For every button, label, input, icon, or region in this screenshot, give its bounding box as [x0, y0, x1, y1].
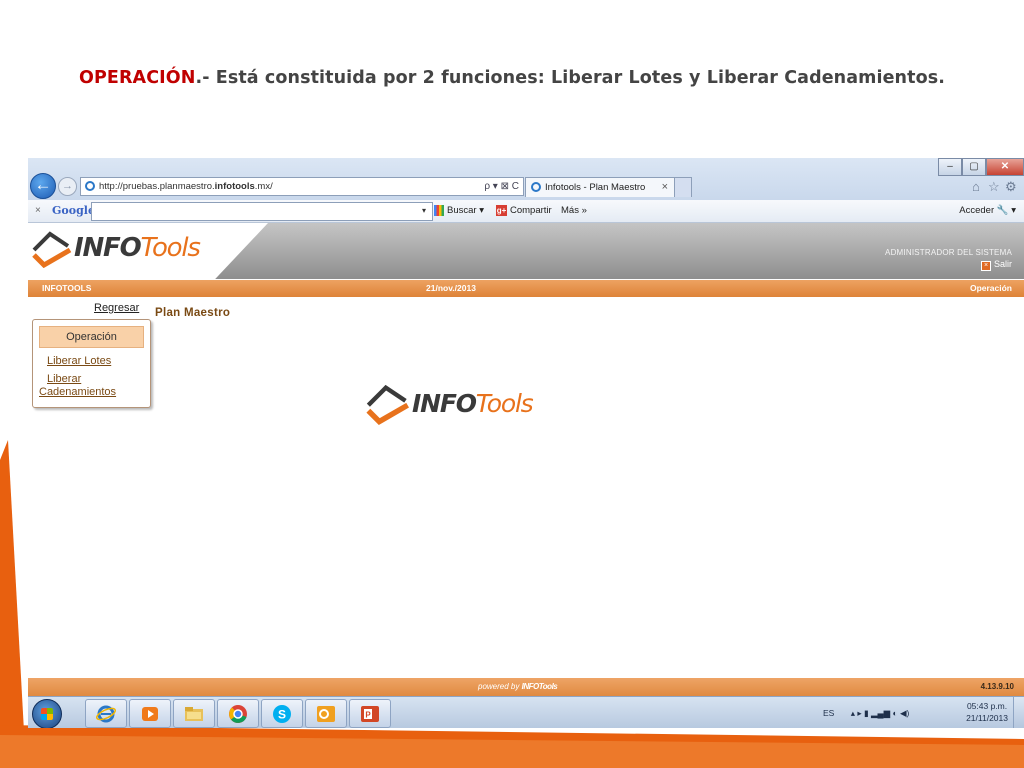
forward-button[interactable]: → — [58, 177, 77, 196]
google-toolbar: × Google ▾ Buscar ▾ g+ Compartir Más » Ac… — [28, 200, 1024, 223]
internet-explorer-icon — [96, 705, 116, 723]
svg-text:P: P — [365, 711, 371, 720]
menu-item-liberar-cadenamientos-line2[interactable]: Cadenamientos — [39, 386, 116, 399]
mas-button[interactable]: Más » — [561, 200, 587, 222]
start-button[interactable] — [32, 699, 62, 728]
menu-item-liberar-cadenamientos-line1[interactable]: Liberar — [47, 373, 81, 386]
back-button[interactable]: ← — [30, 173, 56, 199]
address-url: http://pruebas.planmaestro.infotools.mx/ — [99, 181, 273, 192]
new-tab-button[interactable] — [674, 177, 692, 197]
tray-icons[interactable]: ▴ ▸ ▮ ▂▄▆ ◐ ◀) — [851, 708, 910, 718]
taskbar-clock[interactable]: 05:43 p.m. 21/11/2013 — [966, 700, 1008, 724]
taskbar-internet-explorer[interactable] — [85, 699, 127, 728]
infotools-mark-icon — [32, 231, 72, 268]
logo-word-info: INFO — [74, 233, 142, 263]
menu-item-liberar-lotes[interactable]: Liberar Lotes — [47, 355, 111, 368]
powerpoint-icon: P — [361, 706, 379, 722]
language-indicator[interactable]: ES — [823, 708, 834, 718]
windows-taskbar: S P ES ▴ ▸ ▮ ▂▄▆ ◐ ◀) 05:43 p.m. 21/11/2… — [28, 696, 1024, 728]
window-controls: – ▢ ✕ — [938, 158, 1024, 176]
taskbar-powerpoint[interactable]: P — [349, 699, 391, 728]
chrome-icon — [229, 705, 247, 723]
taskbar-chrome[interactable] — [217, 699, 259, 728]
slide-title-accent: OPERACIÓN — [79, 68, 196, 88]
minimize-button[interactable]: – — [938, 158, 962, 176]
taskbar-outlook[interactable] — [305, 699, 347, 728]
show-desktop-button[interactable] — [1013, 697, 1024, 728]
outlook-icon — [317, 706, 335, 722]
taskbar-media-player[interactable] — [129, 699, 171, 728]
app-logo: INFO Tools — [30, 228, 201, 268]
search-dropdown-icon[interactable]: ▾ — [422, 200, 426, 222]
app-version: 4.13.9.10 — [980, 682, 1014, 691]
browser-screenshot: – ▢ ✕ ← → http://pruebas.planmaestro.inf… — [28, 158, 1024, 728]
back-link[interactable]: Regresar — [94, 302, 139, 314]
browser-tab[interactable]: Infotools - Plan Maestro × — [525, 177, 675, 197]
ie-tab-icon — [531, 182, 541, 192]
tab-title: Infotools - Plan Maestro — [545, 182, 646, 193]
powered-by-label: powered by INFOTools — [478, 682, 558, 691]
address-bar[interactable]: http://pruebas.planmaestro.infotools.mx/… — [80, 177, 524, 196]
buscar-button[interactable]: Buscar ▾ — [434, 200, 484, 222]
app-footer: powered by INFOTools 4.13.9.10 — [28, 678, 1024, 696]
app-status-bar: INFOTOOLS 21/nov./2013 Operación — [28, 280, 1024, 297]
tab-close-icon[interactable]: × — [662, 178, 668, 197]
system-tray: ES ▴ ▸ ▮ ▂▄▆ ◐ ◀) — [823, 697, 909, 728]
page-title: Plan Maestro — [155, 307, 231, 319]
slide-bottom-decoration — [0, 725, 1024, 768]
center-logo: INFO Tools — [364, 381, 534, 425]
current-module: Operación — [969, 283, 1012, 293]
address-tools-icons[interactable]: ρ ▾ ⊠ C — [484, 178, 519, 195]
compartir-button[interactable]: g+ Compartir — [496, 200, 552, 222]
user-role-label: ADMINISTRADOR DEL SISTEMA — [885, 248, 1012, 257]
menu-header: Operación — [39, 326, 144, 348]
infotools-mark-icon — [366, 384, 409, 425]
clock-time: 05:43 p.m. — [966, 701, 1008, 711]
logo-word-tools: Tools — [140, 233, 201, 263]
operation-menu: Operación Liberar Lotes Liberar Cadenami… — [32, 319, 151, 408]
current-date: 21/nov./2013 — [426, 283, 476, 293]
home-icon[interactable]: ⌂ — [972, 179, 980, 194]
media-player-icon — [142, 707, 158, 721]
acceder-button[interactable]: Acceder 🔧 ▾ — [959, 200, 1016, 222]
svg-text:S: S — [278, 708, 286, 722]
folder-icon — [185, 707, 203, 721]
close-window-button[interactable]: ✕ — [986, 158, 1024, 176]
gplus-icon: g+ — [496, 204, 507, 216]
skype-icon: S — [273, 705, 291, 723]
center-logo-word-info: INFO — [412, 388, 477, 418]
maximize-button[interactable]: ▢ — [962, 158, 986, 176]
slide-title: OPERACIÓN.- Está constituida por 2 funci… — [0, 68, 1024, 88]
toolbar-close-icon[interactable]: × — [35, 200, 41, 222]
logout-link[interactable]: × Salir — [980, 259, 1012, 271]
clock-date: 21/11/2013 — [966, 713, 1008, 723]
windows-logo-icon — [41, 708, 53, 720]
google-logo: Google — [52, 204, 95, 217]
google-search-icon — [434, 204, 444, 216]
company-label: INFOTOOLS — [42, 283, 92, 293]
logout-icon: × — [980, 261, 991, 271]
ie-page-icon — [85, 181, 95, 191]
slide-title-text: .- Está constituida por 2 funciones: Lib… — [195, 68, 945, 88]
gear-icon[interactable]: ⚙ — [1005, 179, 1017, 195]
taskbar-file-explorer[interactable] — [173, 699, 215, 728]
google-search-input[interactable] — [91, 202, 433, 221]
favorites-icon[interactable]: ☆ — [988, 179, 1000, 195]
taskbar-skype[interactable]: S — [261, 699, 303, 728]
center-logo-word-tools: Tools — [475, 388, 534, 418]
